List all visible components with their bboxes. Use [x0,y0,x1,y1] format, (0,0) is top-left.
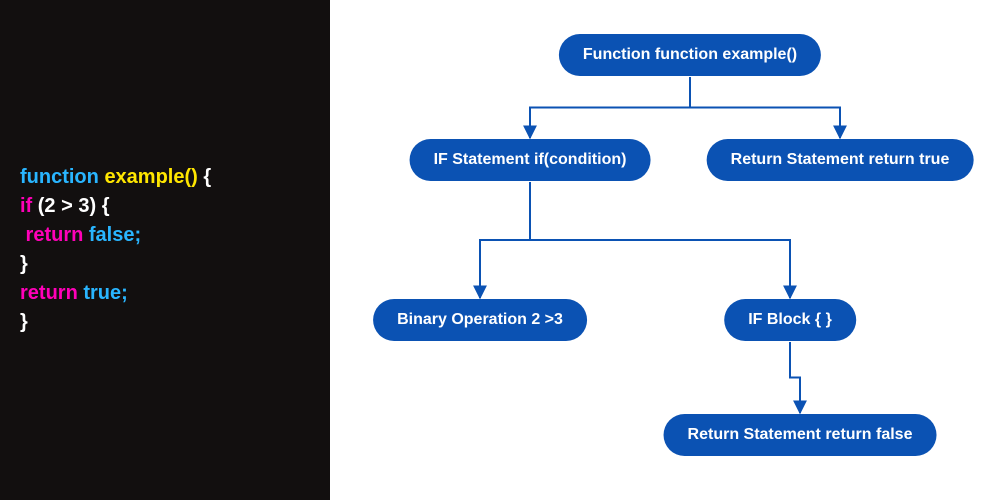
code-line: return false; [20,221,211,250]
code-token: (2 > 3) { [32,195,109,217]
diagram-node-binop: Binary Operation 2 >3 [373,299,587,341]
diagram-edge [690,77,840,138]
diagram-edge [530,182,790,298]
code-token: } [20,311,28,333]
code-token: function [20,166,99,188]
code-line: if (2 > 3) { [20,192,211,221]
diagram-edge [790,342,800,413]
diagram-node-retf: Return Statement return false [664,414,937,456]
diagram-node-rett: Return Statement return true [707,139,974,181]
code-token: return [20,282,78,304]
code-token: true; [78,282,128,304]
code-token: false; [83,224,141,246]
diagram-edge [480,182,530,298]
code-token: example() [104,166,197,188]
code-token: } [20,253,28,275]
code-line: return true; [20,279,211,308]
code-token: { [198,166,211,188]
code-token: if [20,195,32,217]
code-token: return [20,224,83,246]
diagram-edge [530,77,690,138]
diagram-node-if: IF Statement if(condition) [410,139,651,181]
code-line: function example() { [20,163,211,192]
code-line: } [20,308,211,337]
diagram-node-fn: Function function example() [559,34,821,76]
diagram-panel: Function function example() IF Statement … [330,0,1000,500]
code-block: function example() {if (2 > 3) { return … [20,163,211,337]
code-panel: function example() {if (2 > 3) { return … [0,0,330,500]
code-line: } [20,250,211,279]
diagram-node-ifblk: IF Block { } [724,299,856,341]
